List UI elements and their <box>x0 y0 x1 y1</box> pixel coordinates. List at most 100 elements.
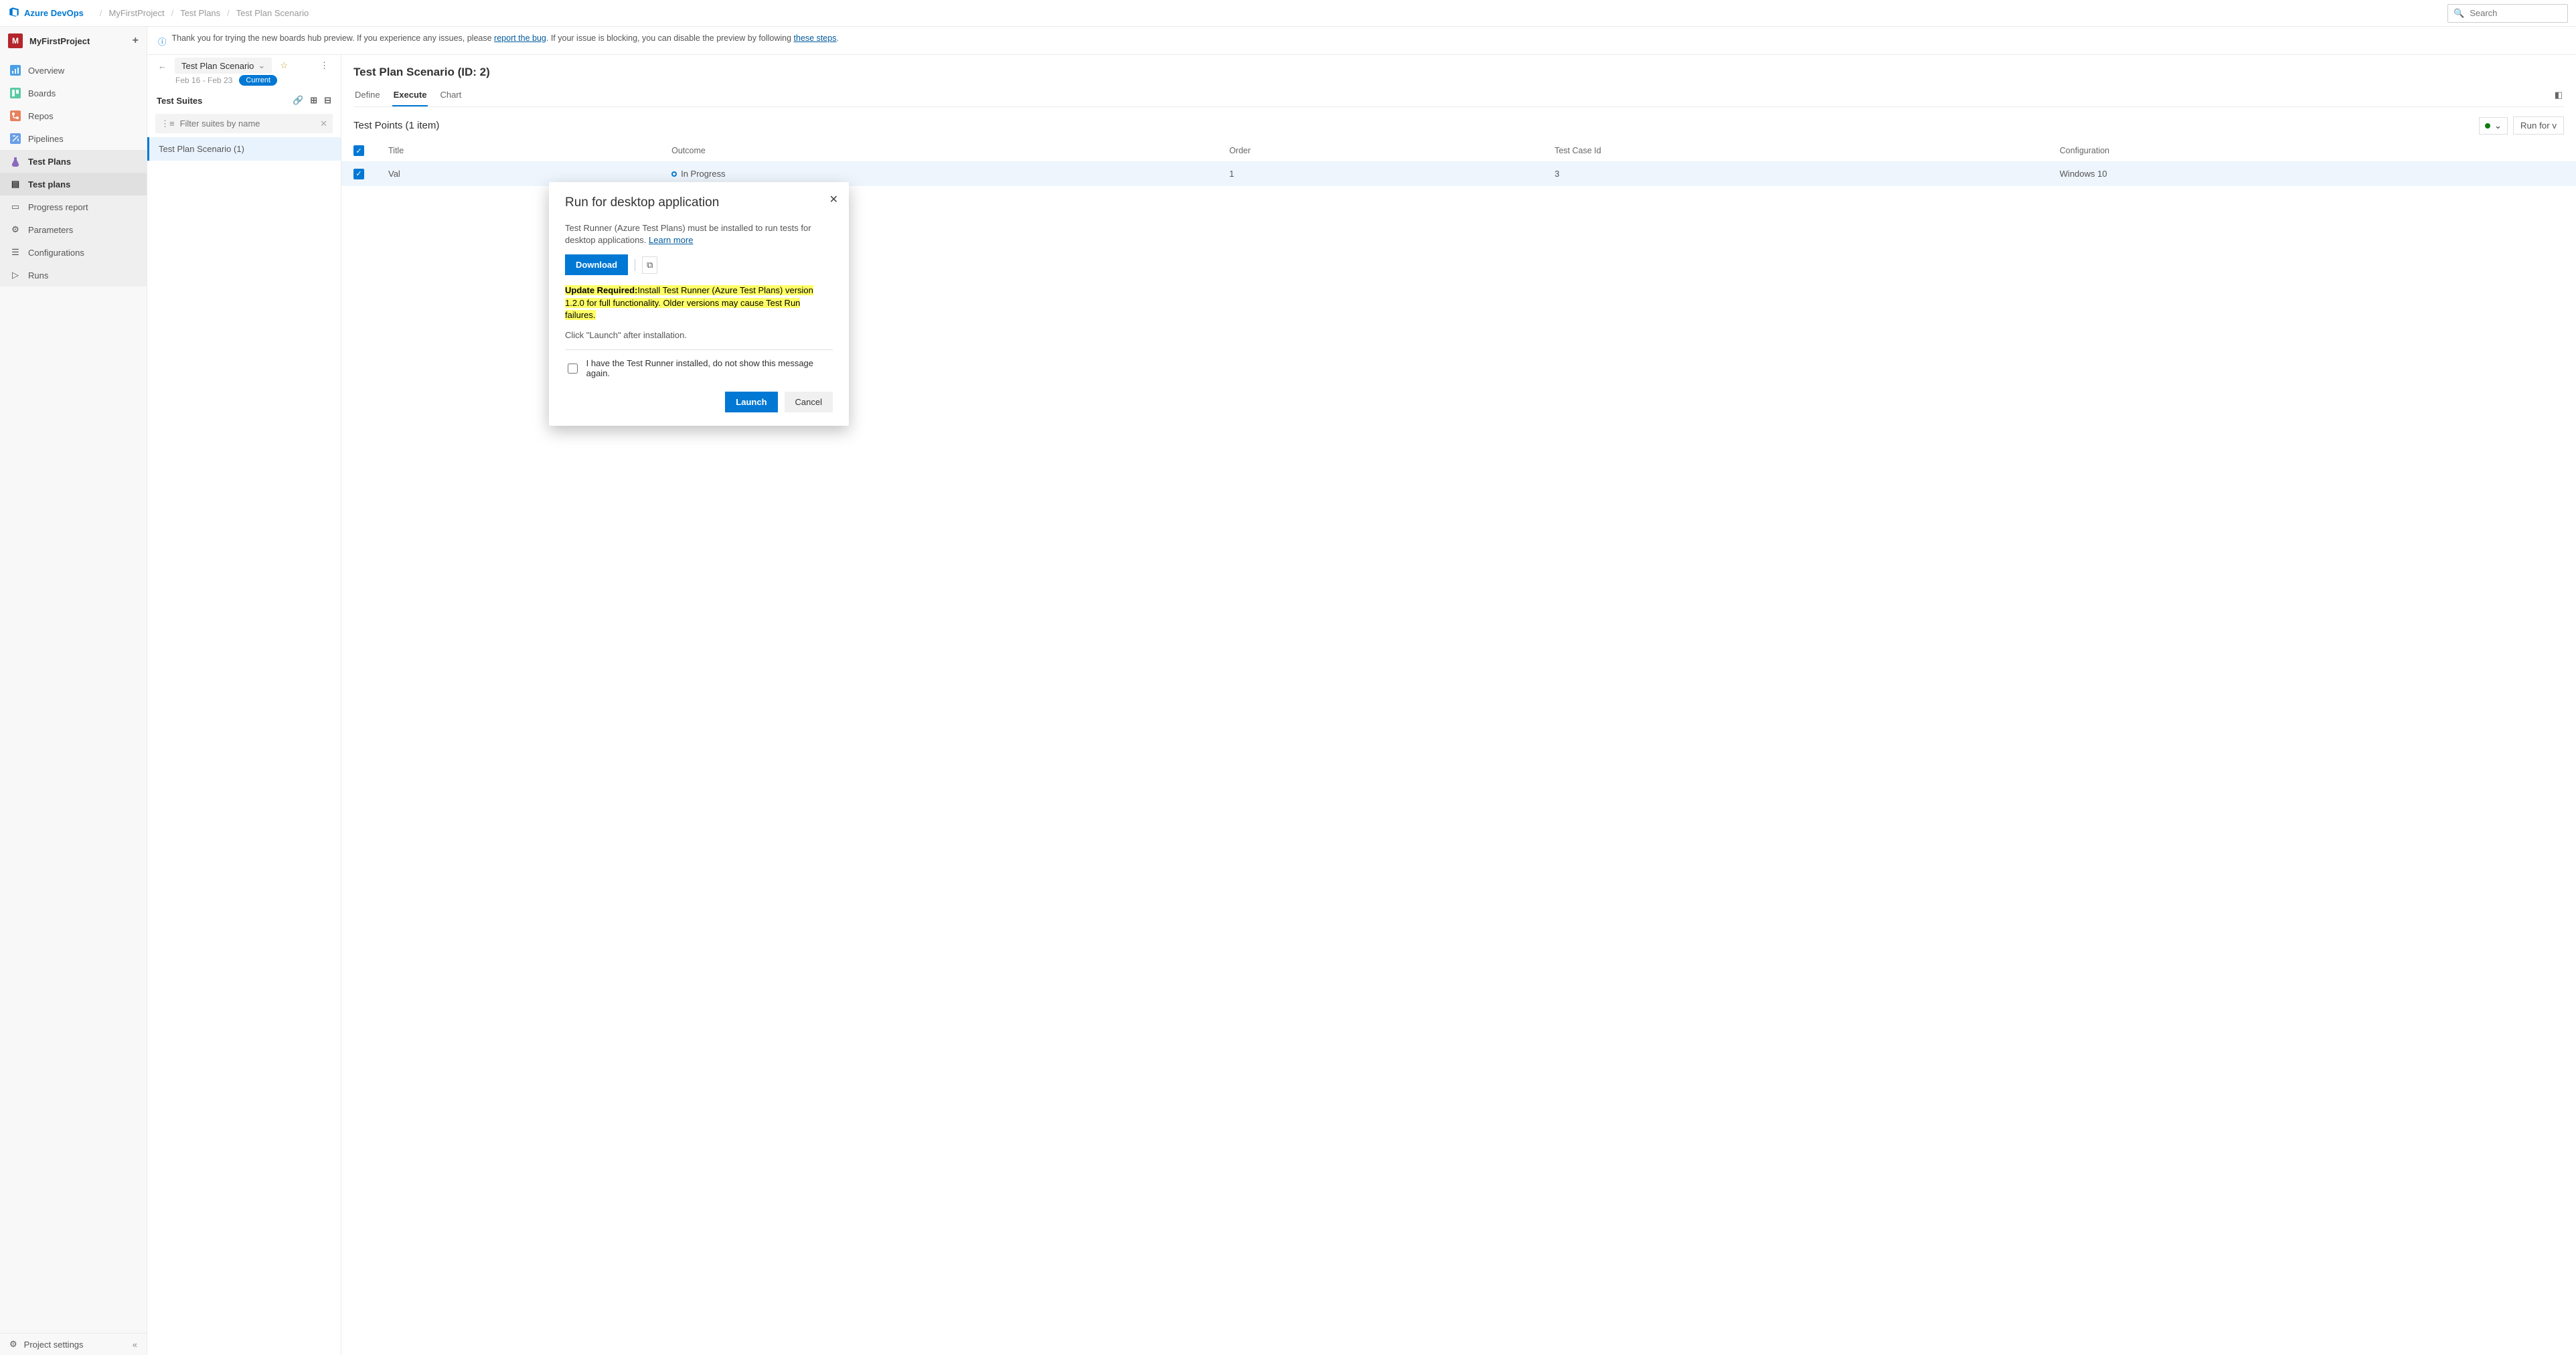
tab-define[interactable]: Define <box>353 84 382 106</box>
cell-configuration: Windows 10 <box>2048 161 2576 186</box>
plan-selector[interactable]: Test Plan Scenario ⌄ <box>175 58 272 74</box>
sidebar-item-boards[interactable]: Boards <box>0 82 147 104</box>
sidebar-item-label: Repos <box>28 111 54 121</box>
search-icon: 🔍 <box>2453 8 2464 19</box>
project-badge: M <box>8 33 23 48</box>
search-input[interactable] <box>2468 7 2576 19</box>
subnav-progress-report[interactable]: ▭ Progress report <box>0 195 147 218</box>
dont-show-again-label: I have the Test Runner installed, do not… <box>586 358 833 378</box>
after-install-text: Click "Launch" after installation. <box>565 329 833 341</box>
subnav-label: Runs <box>28 270 48 281</box>
collapse-sidebar-icon[interactable]: « <box>133 1340 137 1350</box>
sidebar: M MyFirstProject + Overview Boards Repos… <box>0 27 147 1355</box>
runs-icon: ▷ <box>9 269 21 281</box>
subnav-test-plans[interactable]: ▤ Test plans <box>0 173 147 195</box>
suite-item[interactable]: Test Plan Scenario (1) <box>147 137 341 161</box>
test-points-label: Test Points (1 item) <box>353 120 439 131</box>
sidebar-item-overview[interactable]: Overview <box>0 59 147 82</box>
sidebar-item-label: Overview <box>28 66 64 76</box>
current-badge: Current <box>239 75 277 86</box>
report-icon: ▭ <box>9 201 21 213</box>
back-arrow-icon[interactable]: ← <box>155 58 169 74</box>
plan-name: Test Plan Scenario <box>181 61 254 71</box>
banner-steps-link[interactable]: these steps <box>794 33 837 43</box>
breadcrumb-plan[interactable]: Test Plan Scenario <box>236 8 309 18</box>
learn-more-link[interactable]: Learn more <box>649 235 693 245</box>
col-testcaseid[interactable]: Test Case Id <box>1542 140 2047 161</box>
search-box[interactable]: 🔍 <box>2447 4 2568 23</box>
col-title[interactable]: Title <box>376 140 659 161</box>
sidebar-item-label: Test Plans <box>28 157 71 167</box>
parameters-icon: ⚙ <box>9 224 21 236</box>
side-panel-toggle-icon[interactable]: ◧ <box>2553 84 2564 106</box>
col-outcome[interactable]: Outcome <box>659 140 1217 161</box>
gear-icon: ⚙ <box>9 1339 17 1350</box>
suites-heading: Test Suites <box>157 96 202 106</box>
project-row[interactable]: M MyFirstProject + <box>0 27 147 55</box>
dont-show-again-checkbox[interactable] <box>568 364 578 374</box>
copy-link-icon[interactable]: ⧉ <box>642 256 657 274</box>
breadcrumb: / MyFirstProject / Test Plans / Test Pla… <box>100 8 309 18</box>
cell-testcaseid: 3 <box>1542 161 2047 186</box>
banner-report-bug-link[interactable]: report the bug <box>494 33 546 43</box>
outcome-filter-dropdown[interactable]: ⌄ <box>2479 117 2508 135</box>
page-title: Test Plan Scenario (ID: 2) <box>353 66 2564 79</box>
suite-filter-input[interactable] <box>179 118 317 129</box>
favorite-star-icon[interactable]: ☆ <box>277 59 291 72</box>
launch-button[interactable]: Launch <box>725 392 777 412</box>
preview-banner: ⓘ Thank you for trying the new boards hu… <box>147 27 2576 55</box>
breadcrumb-testplans[interactable]: Test Plans <box>180 8 220 18</box>
outcome-text: In Progress <box>681 169 725 179</box>
sidebar-item-repos[interactable]: Repos <box>0 104 147 127</box>
run-for-button[interactable]: Run for v <box>2513 116 2564 135</box>
chevron-down-icon: ⌄ <box>2494 121 2502 131</box>
status-dot-icon <box>2485 123 2490 129</box>
info-icon: ⓘ <box>158 35 167 48</box>
row-checkbox[interactable]: ✓ <box>353 169 364 179</box>
clear-filter-icon[interactable]: ✕ <box>320 118 327 129</box>
col-configuration[interactable]: Configuration <box>2048 140 2576 161</box>
update-required-label: Update Required: <box>565 285 637 295</box>
chevron-down-icon: ⌄ <box>258 60 265 71</box>
brand-label: Azure DevOps <box>24 8 84 18</box>
project-settings-link[interactable]: Project settings <box>24 1340 84 1350</box>
banner-text-2: . If your issue is blocking, you can dis… <box>546 33 794 43</box>
sidebar-item-testplans[interactable]: Test Plans <box>0 150 147 173</box>
subnav-runs[interactable]: ▷ Runs <box>0 264 147 287</box>
tab-chart[interactable]: Chart <box>438 84 463 106</box>
subnav-label: Configurations <box>28 248 84 258</box>
cancel-button[interactable]: Cancel <box>785 392 833 412</box>
link-icon[interactable]: 🔗 <box>293 95 303 106</box>
testplans-icon <box>9 155 21 167</box>
download-button[interactable]: Download <box>565 254 628 275</box>
tab-execute[interactable]: Execute <box>392 84 428 106</box>
plan-dates: Feb 16 - Feb 23 <box>175 76 232 85</box>
expand-icon[interactable]: ⊞ <box>310 95 317 106</box>
in-progress-icon <box>671 171 677 177</box>
sidebar-item-pipelines[interactable]: Pipelines <box>0 127 147 150</box>
close-icon[interactable]: ✕ <box>827 190 841 209</box>
sidebar-item-label: Pipelines <box>28 134 64 144</box>
subnav-label: Parameters <box>28 225 73 235</box>
breadcrumb-project[interactable]: MyFirstProject <box>109 8 165 18</box>
test-points-table: ✓ Title Outcome Order Test Case Id Confi… <box>341 140 2576 186</box>
boards-icon <box>9 87 21 99</box>
subnav-parameters[interactable]: ⚙ Parameters <box>0 218 147 241</box>
subnav-configurations[interactable]: ☰ Configurations <box>0 241 147 264</box>
suite-filter[interactable]: ⋮≡ ✕ <box>155 114 333 133</box>
repos-icon <box>9 110 21 122</box>
add-project-icon[interactable]: + <box>133 35 139 47</box>
select-all-checkbox[interactable]: ✓ <box>353 145 364 156</box>
pipelines-icon <box>9 133 21 145</box>
collapse-icon[interactable]: ⊟ <box>324 95 331 106</box>
suites-panel: ← Test Plan Scenario ⌄ ☆ ⋮ Feb 16 - Feb … <box>147 55 341 1355</box>
more-options-icon[interactable]: ⋮ <box>316 58 333 74</box>
run-desktop-modal: ✕ Run for desktop application Test Runne… <box>549 182 849 426</box>
col-order[interactable]: Order <box>1217 140 1542 161</box>
modal-title: Run for desktop application <box>565 195 833 210</box>
filter-icon: ⋮≡ <box>161 118 175 129</box>
brand[interactable]: Azure DevOps <box>8 6 84 20</box>
azure-devops-icon <box>8 6 20 20</box>
configurations-icon: ☰ <box>9 246 21 258</box>
banner-text-1: Thank you for trying the new boards hub … <box>172 33 495 43</box>
